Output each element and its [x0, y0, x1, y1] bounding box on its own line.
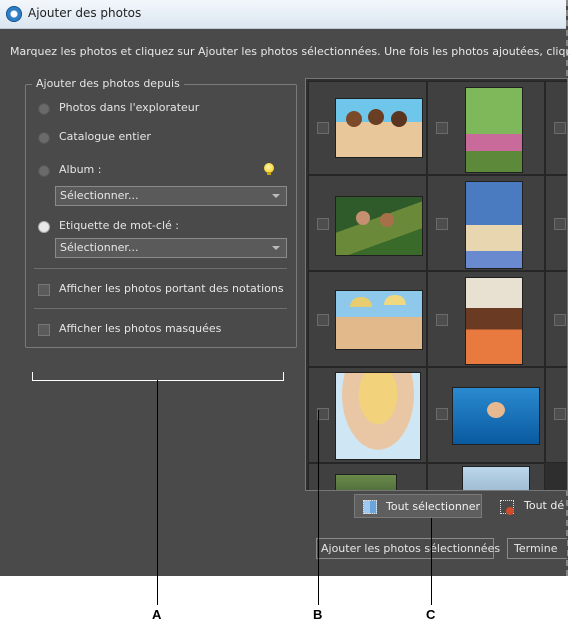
- app-icon: [6, 6, 22, 22]
- radio-album[interactable]: [38, 165, 50, 177]
- thumbnail-image-woman-with-child[interactable]: [465, 277, 523, 365]
- thumbnail-checkbox[interactable]: [317, 314, 329, 326]
- thumbnail-image-children-in-garden[interactable]: [465, 87, 523, 173]
- thumbnail-cell[interactable]: [427, 271, 545, 367]
- callout-label-b: B: [313, 607, 323, 622]
- callout-label-a: A: [152, 607, 162, 622]
- chevron-down-icon: [272, 246, 280, 250]
- keyword-select[interactable]: Sélectionner...: [55, 238, 287, 258]
- deselect-all-icon[interactable]: [500, 500, 514, 515]
- radio-browser-photos[interactable]: [38, 103, 50, 115]
- instruction-text: Marquez les photos et cliquez sur Ajoute…: [10, 45, 570, 58]
- option-label-keyword: Etiquette de mot-clé :: [59, 219, 179, 232]
- thumbnail-checkbox[interactable]: [554, 218, 566, 230]
- window-title: Ajouter des photos: [28, 6, 142, 20]
- thumbnail-image-outdoor-scene[interactable]: [335, 474, 397, 490]
- lightbulb-icon: [264, 163, 274, 175]
- show-hidden-label: Afficher les photos masquées: [59, 322, 222, 335]
- thumbnail-cell[interactable]: [308, 271, 427, 367]
- thumbnail-image-landscape[interactable]: [462, 466, 530, 490]
- callout-line-c: [431, 518, 432, 605]
- divider: [34, 268, 287, 269]
- select-all-label: Tout sélectionner: [386, 500, 481, 513]
- option-label-catalog: Catalogue entier: [59, 130, 151, 143]
- thumbnail-cell[interactable]: [545, 81, 567, 175]
- thumbnail-checkbox[interactable]: [436, 218, 448, 230]
- source-panel-bracket: [32, 372, 284, 381]
- select-all-button[interactable]: Tout sélectionner: [354, 494, 482, 518]
- thumbnail-checkbox[interactable]: [436, 314, 448, 326]
- thumbnail-cell[interactable]: [308, 463, 427, 490]
- thumbnail-cell[interactable]: [308, 367, 427, 463]
- thumbnail-checkbox[interactable]: [554, 122, 566, 134]
- source-group-legend: Ajouter des photos depuis: [32, 77, 184, 90]
- show-rated-checkbox[interactable]: [38, 284, 50, 296]
- thumbnail-image-mother-with-children[interactable]: [465, 181, 523, 269]
- thumbnail-image-couple-with-camera[interactable]: [335, 290, 423, 350]
- thumbnail-cell[interactable]: [308, 175, 427, 271]
- add-photos-dialog: Ajouter des photos Marquez les photos et…: [0, 0, 570, 576]
- radio-entire-catalog[interactable]: [38, 132, 50, 144]
- show-hidden-checkbox[interactable]: [38, 324, 50, 336]
- radio-keyword-tag[interactable]: [38, 221, 50, 233]
- callout-line-b: [318, 410, 319, 605]
- select-all-icon: [363, 500, 377, 514]
- callout-line-a: [157, 380, 158, 605]
- add-selected-photos-button[interactable]: Ajouter les photos sélectionnées: [316, 538, 500, 559]
- thumbnail-image-girls-on-beach[interactable]: [335, 98, 423, 158]
- done-label: Termine: [514, 542, 558, 555]
- thumbnail-grid[interactable]: [305, 78, 568, 491]
- thumbnail-image-baby-underwater[interactable]: [452, 387, 540, 445]
- thumbnail-cell[interactable]: [427, 463, 545, 490]
- thumbnail-cell[interactable]: [427, 367, 545, 463]
- option-label-album: Album :: [59, 163, 102, 176]
- thumbnail-checkbox[interactable]: [554, 314, 566, 326]
- keyword-select-value: Sélectionner...: [60, 241, 139, 254]
- thumbnail-cell[interactable]: [545, 367, 567, 463]
- thumbnail-cell[interactable]: [545, 175, 567, 271]
- thumbnail-image-woman-in-sun-hat[interactable]: [335, 372, 421, 460]
- album-select[interactable]: Sélectionner...: [55, 186, 287, 206]
- thumbnail-checkbox[interactable]: [436, 408, 448, 420]
- chevron-down-icon: [272, 194, 280, 198]
- thumbnail-cell[interactable]: [427, 81, 545, 175]
- done-button[interactable]: Termine: [507, 538, 567, 559]
- thumbnail-checkbox[interactable]: [554, 408, 566, 420]
- callout-label-c: C: [426, 607, 436, 622]
- show-rated-label: Afficher les photos portant des notation…: [59, 282, 284, 295]
- add-selected-label: Ajouter les photos sélectionnées: [321, 542, 501, 555]
- thumbnail-cell[interactable]: [427, 175, 545, 271]
- thumbnail-checkbox[interactable]: [317, 122, 329, 134]
- thumbnail-checkbox[interactable]: [436, 122, 448, 134]
- source-group: Ajouter des photos depuis Photos dans l'…: [25, 77, 297, 348]
- thumbnail-checkbox[interactable]: [317, 218, 329, 230]
- title-bar: Ajouter des photos: [0, 0, 566, 29]
- deselect-all-label[interactable]: Tout dé: [524, 499, 564, 512]
- album-select-value: Sélectionner...: [60, 189, 139, 202]
- divider: [34, 308, 287, 309]
- thumbnail-cell[interactable]: [308, 81, 427, 175]
- thumbnail-cell[interactable]: [545, 271, 567, 367]
- option-label-browser: Photos dans l'explorateur: [59, 101, 200, 114]
- thumbnail-image-family-in-forest[interactable]: [335, 196, 423, 256]
